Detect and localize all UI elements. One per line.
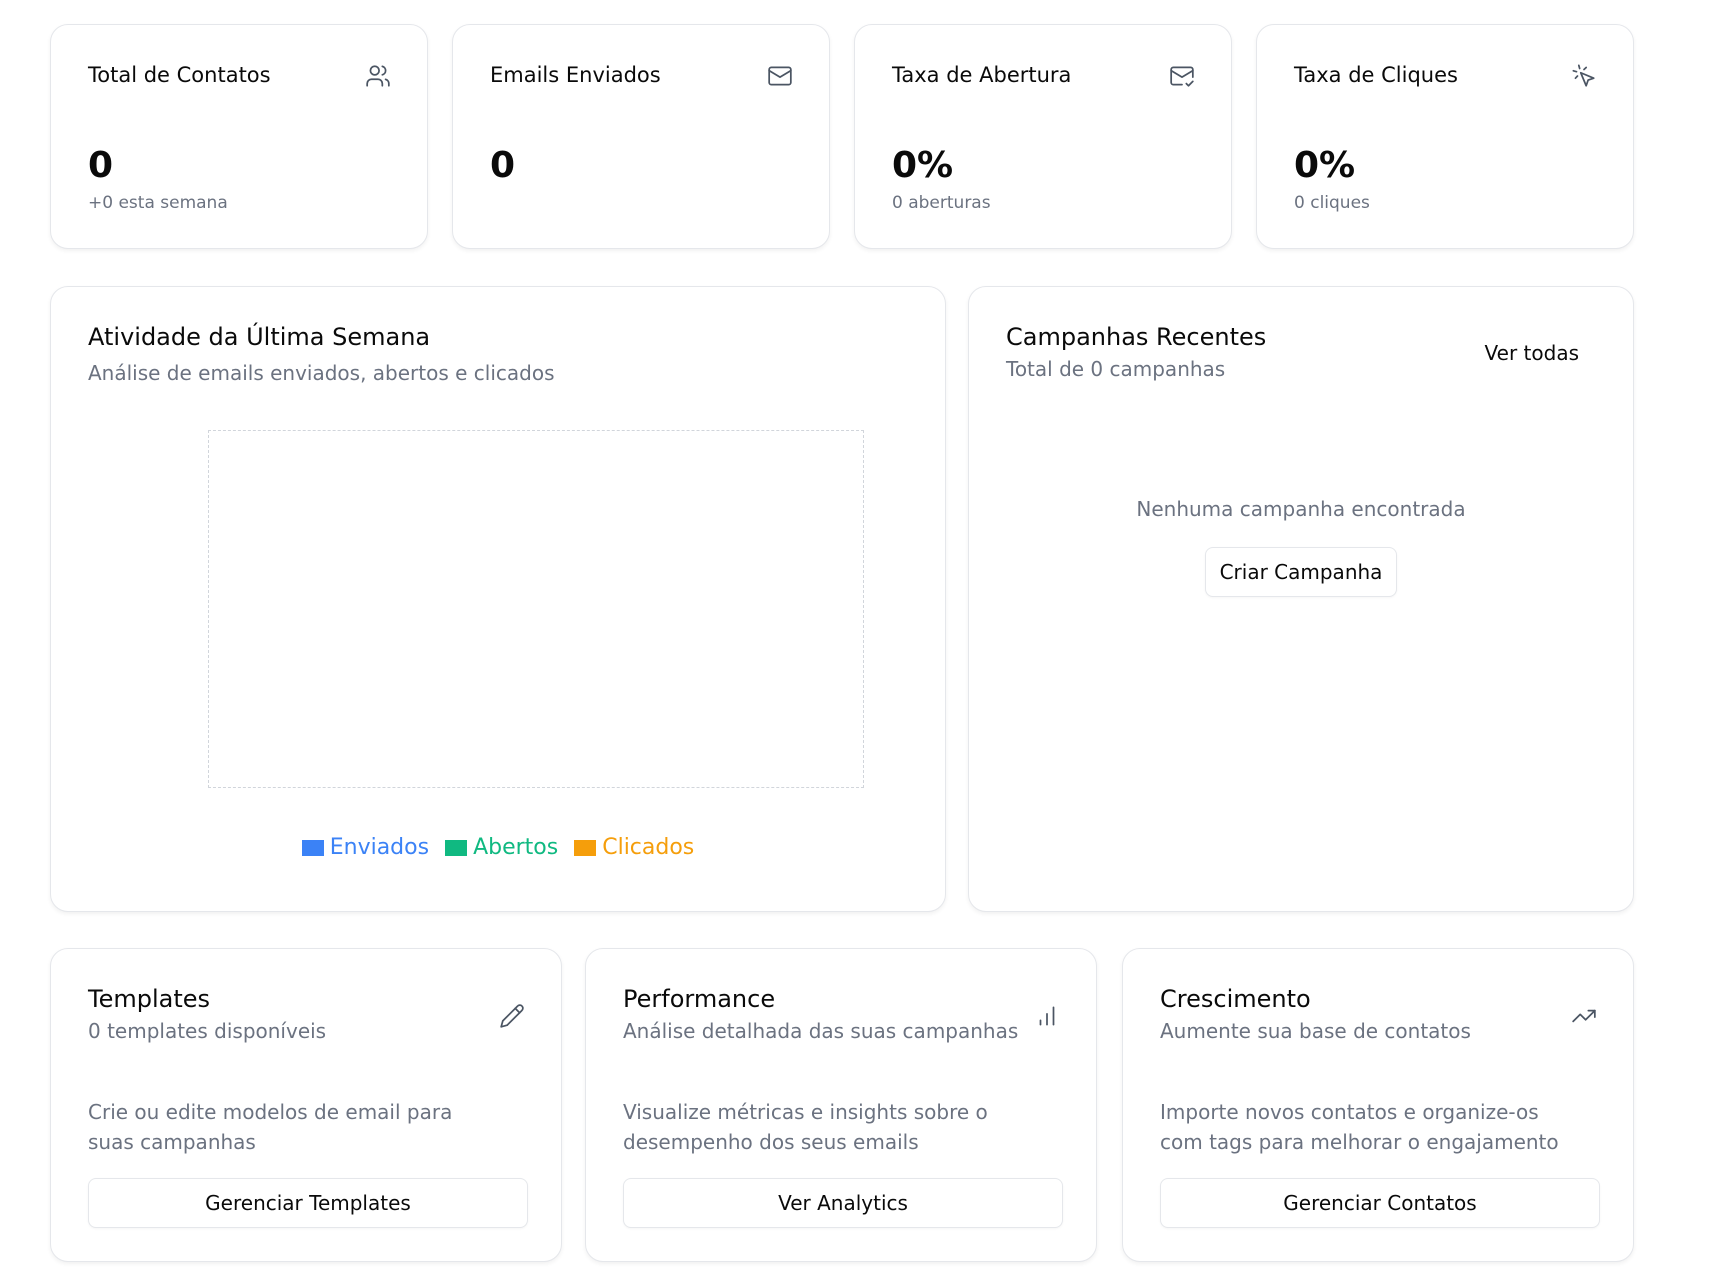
- view-all-link[interactable]: Ver todas: [1485, 341, 1579, 365]
- pencil-icon: [500, 1004, 524, 1028]
- stat-card-emails-enviados: Emails Enviados 0: [452, 24, 830, 249]
- performance-description: Visualize métricas e insights sobre o de…: [623, 1100, 988, 1154]
- growth-title: Crescimento: [1160, 985, 1311, 1013]
- stat-value: 0: [88, 145, 114, 186]
- legend-item-clicados[interactable]: Clicados: [574, 835, 694, 860]
- stat-title: Emails Enviados: [490, 63, 661, 87]
- growth-description: Importe novos contatos e organize-os com…: [1160, 1100, 1559, 1154]
- performance-subtitle: Análise detalhada das suas campanhas: [623, 1019, 1019, 1043]
- legend-label: Enviados: [329, 835, 430, 860]
- users-icon: [366, 65, 390, 87]
- view-analytics-button[interactable]: Ver Analytics: [623, 1178, 1063, 1228]
- mail-icon: [768, 66, 792, 86]
- templates-title: Templates: [88, 985, 211, 1013]
- activity-subtitle: Análise de emails enviados, abertos e cl…: [88, 361, 555, 385]
- legend-item-enviados[interactable]: Enviados: [301, 835, 430, 860]
- campaigns-title: Campanhas Recentes: [1006, 323, 1267, 351]
- empty-state-message: Nenhuma campanha encontrada: [1136, 497, 1466, 521]
- stat-value: 0%: [1294, 145, 1356, 186]
- stat-value: 0: [490, 145, 516, 186]
- templates-description: Crie ou edite modelos de email para suas…: [88, 1100, 453, 1154]
- manage-templates-button[interactable]: Gerenciar Templates: [88, 1178, 528, 1228]
- chart-placeholder: [208, 430, 864, 788]
- bar-chart-icon: [1039, 1006, 1055, 1026]
- legend-label: Clicados: [602, 835, 695, 860]
- growth-subtitle: Aumente sua base de contatos: [1160, 1019, 1471, 1043]
- templates-subtitle: 0 templates disponíveis: [88, 1019, 327, 1043]
- mail-check-icon: [1170, 66, 1194, 87]
- legend-label: Abertos: [473, 835, 559, 860]
- stat-sub: 0 aberturas: [892, 193, 991, 213]
- growth-card: Crescimento Aumente sua base de contatos…: [1122, 948, 1634, 1262]
- trending-up-icon: [1572, 1009, 1596, 1023]
- legend-item-abertos[interactable]: Abertos: [445, 835, 558, 860]
- stat-card-taxa-abertura: Taxa de Abertura 0% 0 aberturas: [854, 24, 1232, 249]
- stat-sub: +0 esta semana: [88, 193, 228, 213]
- legend-swatch: [301, 839, 324, 856]
- stat-sub: 0 cliques: [1294, 193, 1370, 213]
- legend-swatch: [574, 839, 597, 856]
- activity-card: Atividade da Última Semana Análise de em…: [50, 286, 946, 912]
- mouse-pointer-click-icon: [1572, 64, 1595, 87]
- activity-title: Atividade da Última Semana: [88, 323, 431, 351]
- stat-card-taxa-cliques: Taxa de Cliques 0% 0 cliques: [1256, 24, 1634, 249]
- legend-swatch: [445, 839, 468, 856]
- performance-card: Performance Análise detalhada das suas c…: [585, 948, 1097, 1262]
- create-campaign-button[interactable]: Criar Campanha: [1205, 547, 1397, 597]
- stat-title: Total de Contatos: [88, 63, 271, 87]
- stat-title: Taxa de Abertura: [892, 63, 1072, 87]
- stat-title: Taxa de Cliques: [1294, 63, 1458, 87]
- performance-title: Performance: [623, 985, 776, 1013]
- stat-card-total-contatos: Total de Contatos 0 +0 esta semana: [50, 24, 428, 249]
- campaigns-card: Campanhas Recentes Total de 0 campanhas …: [968, 286, 1634, 912]
- stat-value: 0%: [892, 145, 954, 186]
- campaigns-subtitle: Total de 0 campanhas: [1006, 357, 1226, 381]
- templates-card: Templates 0 templates disponíveis Crie o…: [50, 948, 562, 1262]
- chart-legend: Enviados Abertos Clicados: [51, 835, 945, 860]
- manage-contacts-button[interactable]: Gerenciar Contatos: [1160, 1178, 1600, 1228]
